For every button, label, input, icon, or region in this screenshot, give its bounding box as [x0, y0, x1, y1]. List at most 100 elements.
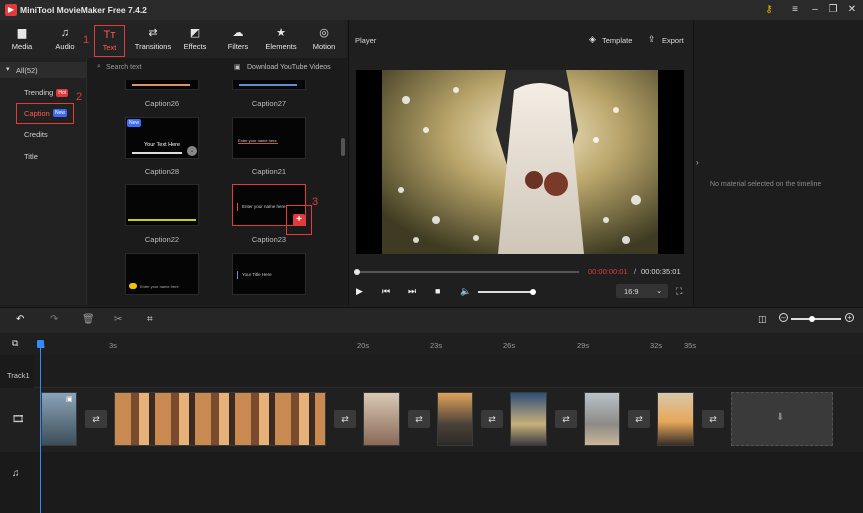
caption-thumbnail[interactable]: Enter your name here — [125, 253, 199, 295]
playback-progress-track[interactable] — [354, 269, 579, 275]
caption-thumbnail[interactable]: Enter your name here — [232, 117, 306, 159]
time-separator: / — [634, 267, 637, 276]
video-clip[interactable] — [363, 392, 400, 446]
video-clip[interactable] — [657, 392, 694, 446]
split-icon[interactable]: ✂ — [114, 314, 122, 325]
zoom-out-icon[interactable]: – — [779, 313, 788, 322]
caption-label: Caption28 — [144, 167, 180, 176]
sidebar-item-trending[interactable]: Trending Hot — [24, 88, 69, 98]
caption-preview-text: Your Title Here — [242, 272, 272, 277]
properties-panel: › No material selected on the timeline — [693, 20, 863, 305]
caption-bar — [128, 219, 196, 221]
annotation-3: 3 — [312, 196, 319, 208]
export-icon: ⇪ — [648, 34, 656, 44]
caption-thumbnail[interactable]: Your Title Here — [232, 253, 306, 295]
volume-icon[interactable]: 🔈 — [460, 286, 471, 297]
music-note-icon: ♫ — [60, 27, 70, 39]
playhead-line[interactable] — [40, 343, 41, 513]
transition-slot[interactable]: ⇄ — [85, 410, 107, 428]
fullscreen-icon[interactable]: ⛶ — [676, 286, 682, 297]
sidebar-item-caption[interactable]: Caption New — [16, 103, 74, 124]
new-badge: New — [127, 119, 142, 127]
template-button[interactable]: Template — [602, 36, 632, 45]
video-clip[interactable] — [510, 392, 547, 446]
search-input[interactable]: Search text — [106, 64, 141, 71]
sidebar-all-label: All(52) — [16, 66, 38, 75]
annotation-1: 1 — [83, 34, 90, 46]
tab-text[interactable]: Tт Text — [94, 25, 125, 57]
redo-icon[interactable]: ↷ — [50, 314, 58, 325]
ruler-tick: 23s — [430, 341, 443, 350]
minimize-button[interactable]: – — [808, 3, 822, 17]
video-clip[interactable] — [114, 392, 326, 446]
tab-effects[interactable]: ◩ Effects — [175, 20, 215, 58]
transition-slot[interactable]: ⇄ — [334, 410, 356, 428]
delete-icon[interactable]: 🗑 — [82, 314, 95, 325]
undo-icon[interactable]: ↶ — [16, 314, 24, 325]
zoom-in-icon[interactable]: + — [845, 313, 854, 322]
previous-frame-icon[interactable]: ⏮ — [382, 286, 390, 297]
track1-label: Track1 — [7, 371, 30, 380]
text-icon: Tт — [103, 29, 116, 41]
next-frame-icon[interactable]: ⏭ — [408, 286, 416, 297]
video-clip[interactable] — [584, 392, 620, 446]
fit-timeline-icon[interactable]: ◫ — [758, 314, 767, 325]
tab-media-label: Media — [11, 42, 33, 51]
tab-audio[interactable]: ♫ Audio — [45, 20, 85, 58]
play-icon[interactable]: ▶ — [356, 286, 363, 297]
volume-handle[interactable] — [530, 289, 536, 295]
download-youtube-link[interactable]: Download YouTube Videos — [247, 64, 331, 71]
transition-slot[interactable]: ⇄ — [555, 410, 577, 428]
add-icon[interactable]: + — [293, 214, 305, 226]
close-button[interactable]: ✕ — [845, 3, 859, 17]
caption-preview-text: Enter your name here — [140, 284, 179, 289]
tab-elements[interactable]: ★ Elements — [261, 20, 301, 58]
transition-slot[interactable]: ⇄ — [481, 410, 503, 428]
zoom-slider[interactable] — [791, 316, 841, 322]
aspect-ratio-select[interactable]: 16:9 ⌄ — [616, 284, 668, 298]
tab-transitions-label: Transitions — [134, 42, 172, 51]
video-preview — [356, 70, 684, 254]
export-button[interactable]: Export — [662, 36, 684, 45]
caption-thumbnail[interactable] — [125, 184, 199, 226]
top-toolbar: ▆ Media ♫ Audio Tт Text ⇄ Transitions ◩ … — [0, 20, 347, 58]
transition-slot[interactable]: ⇄ — [628, 410, 650, 428]
caption-thumbnail[interactable] — [125, 80, 199, 90]
video-clip[interactable] — [437, 392, 473, 446]
caption-thumbnail[interactable] — [232, 80, 306, 90]
tab-motion[interactable]: ◎ Motion — [304, 20, 344, 58]
chevron-down-icon: ⌄ — [656, 286, 663, 295]
audio-track-lane[interactable] — [34, 452, 863, 513]
clip-icon: ▣ — [66, 396, 73, 403]
crop-icon[interactable]: ⌗ — [147, 314, 153, 325]
player-title: Player — [355, 36, 377, 45]
download-icon[interactable]: ↓ — [187, 146, 197, 156]
sidebar-item-title[interactable]: Title — [24, 152, 38, 161]
video-clip[interactable]: ▣ — [41, 392, 77, 446]
add-track-icon[interactable]: ⧉ — [12, 338, 18, 349]
transition-slot[interactable]: ⇄ — [702, 410, 724, 428]
tab-media[interactable]: ▆ Media — [2, 20, 42, 58]
video-track-icon: 🎞 — [12, 414, 25, 425]
caption-thumbnail[interactable]: New Your Text Here ↓ — [125, 117, 199, 159]
caption-label: Caption23 — [251, 235, 287, 244]
text-track-lane[interactable] — [34, 355, 863, 388]
drop-zone[interactable]: ⬇ — [731, 392, 833, 446]
maximize-button[interactable]: ❐ — [826, 3, 840, 17]
key-icon[interactable]: ⚷ — [762, 3, 776, 17]
menu-icon[interactable]: ≡ — [788, 3, 802, 17]
sidebar-item-credits[interactable]: Credits — [24, 130, 48, 139]
playback-scrubber[interactable] — [354, 269, 360, 275]
transition-slot[interactable]: ⇄ — [408, 410, 430, 428]
sidebar-all-row[interactable]: ▾ All(52) — [0, 62, 87, 78]
playhead-handle[interactable] — [37, 340, 44, 348]
filter-cloud-icon: ☁ — [232, 27, 244, 39]
stop-icon[interactable]: ■ — [435, 286, 440, 296]
tab-filters[interactable]: ☁ Filters — [218, 20, 258, 58]
zoom-handle[interactable] — [809, 316, 815, 322]
tab-transitions[interactable]: ⇄ Transitions — [131, 20, 175, 58]
expand-panel-icon[interactable]: › — [696, 158, 699, 167]
library-scrollbar[interactable] — [341, 138, 345, 156]
annotation-2: 2 — [76, 91, 83, 103]
volume-slider[interactable] — [478, 289, 536, 295]
